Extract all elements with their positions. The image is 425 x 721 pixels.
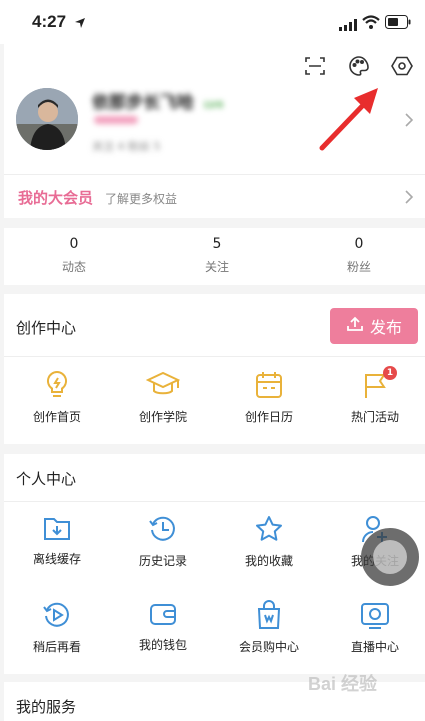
item-label: 历史记录 — [138, 554, 187, 568]
play-later-icon — [7, 600, 107, 630]
scan-icon[interactable] — [301, 52, 329, 80]
vip-tag — [94, 116, 138, 124]
avatar[interactable] — [16, 88, 78, 150]
history-item[interactable]: 历史记录 — [113, 514, 213, 569]
item-label: 会员购中心 — [238, 640, 299, 654]
vip-title: 我的大会员 — [18, 189, 94, 207]
stat-label: 粉丝 — [346, 260, 371, 274]
history-clock-icon — [113, 514, 213, 544]
stat-fans[interactable]: 0 粉丝 — [319, 236, 399, 275]
hot-events-item[interactable]: 1 热门活动 — [325, 366, 425, 425]
creation-calendar-item[interactable]: 创作日历 — [219, 370, 319, 425]
item-label: 创作学院 — [138, 410, 187, 424]
stats-bar: 0 动态 5 关注 0 粉丝 — [4, 228, 425, 285]
vip-subtitle: 了解更多权益 — [105, 192, 178, 206]
item-label: 离线缓存 — [32, 552, 81, 566]
notification-badge: 1 — [383, 366, 397, 380]
item-label: 我的收藏 — [244, 554, 293, 568]
favorites-item[interactable]: 我的收藏 — [219, 514, 319, 569]
watch-later-item[interactable]: 稍后再看 — [7, 600, 107, 655]
stat-value: 0 — [69, 236, 79, 252]
section-title: 个人中心 — [16, 470, 77, 488]
section-title: 创作中心 — [16, 319, 77, 337]
creation-home-item[interactable]: 创作首页 — [7, 370, 107, 425]
stat-value: 5 — [212, 236, 222, 252]
stat-label: 关注 — [204, 260, 229, 274]
palette-icon[interactable] — [345, 52, 373, 80]
chevron-right-icon — [404, 189, 414, 209]
item-label: 创作日历 — [244, 410, 293, 424]
profile-stats-line: 关注 4 粉丝 5 — [92, 140, 161, 153]
vip-shop-item[interactable]: 会员购中心 — [219, 600, 319, 655]
graduation-cap-icon — [113, 370, 213, 400]
creation-academy-item[interactable]: 创作学院 — [113, 370, 213, 425]
username[interactable]: 依那步长飞哈 LV6 — [92, 88, 224, 113]
wallet-item[interactable]: 我的钱包 — [113, 600, 213, 653]
live-center-item[interactable]: 直播中心 — [325, 600, 425, 655]
publish-label: 发布 — [369, 318, 402, 337]
settings-icon[interactable] — [388, 52, 416, 80]
star-icon — [219, 514, 319, 544]
item-label: 我的钱包 — [138, 638, 187, 652]
level-badge: LV6 — [203, 100, 224, 111]
item-label: 直播中心 — [350, 640, 399, 654]
upload-icon — [346, 316, 364, 336]
lightbulb-icon — [7, 370, 107, 400]
offline-cache-item[interactable]: 离线缓存 — [7, 514, 107, 567]
flag-icon — [325, 370, 425, 400]
item-label: 创作首页 — [32, 410, 81, 424]
signal-icon — [339, 16, 357, 35]
item-label: 稍后再看 — [32, 640, 81, 654]
status-bar: 4:27 — [0, 0, 425, 44]
section-title: 我的服务 — [16, 698, 77, 716]
chevron-right-icon[interactable] — [404, 112, 414, 132]
item-label: 热门活动 — [350, 410, 399, 424]
watermark: Bai 经验 — [308, 674, 378, 694]
battery-icon — [385, 14, 411, 33]
download-folder-icon — [7, 514, 107, 542]
divider — [4, 501, 425, 502]
wallet-icon — [113, 600, 213, 628]
stat-dynamics[interactable]: 0 动态 — [34, 236, 114, 275]
stat-following[interactable]: 5 关注 — [177, 236, 257, 275]
shopping-bag-icon — [219, 600, 319, 630]
live-tv-icon — [325, 600, 425, 630]
wifi-icon — [362, 14, 380, 33]
publish-button[interactable]: 发布 — [330, 308, 418, 344]
annotation-arrow-icon — [316, 84, 386, 158]
calendar-icon — [219, 370, 319, 400]
location-arrow-icon — [74, 14, 86, 33]
status-time: 4:27 — [32, 12, 67, 31]
stat-label: 动态 — [61, 260, 86, 274]
stat-value: 0 — [354, 236, 364, 252]
assistive-touch-button[interactable] — [361, 528, 419, 586]
vip-banner[interactable]: 我的大会员 了解更多权益 — [4, 174, 425, 218]
divider — [4, 356, 425, 357]
